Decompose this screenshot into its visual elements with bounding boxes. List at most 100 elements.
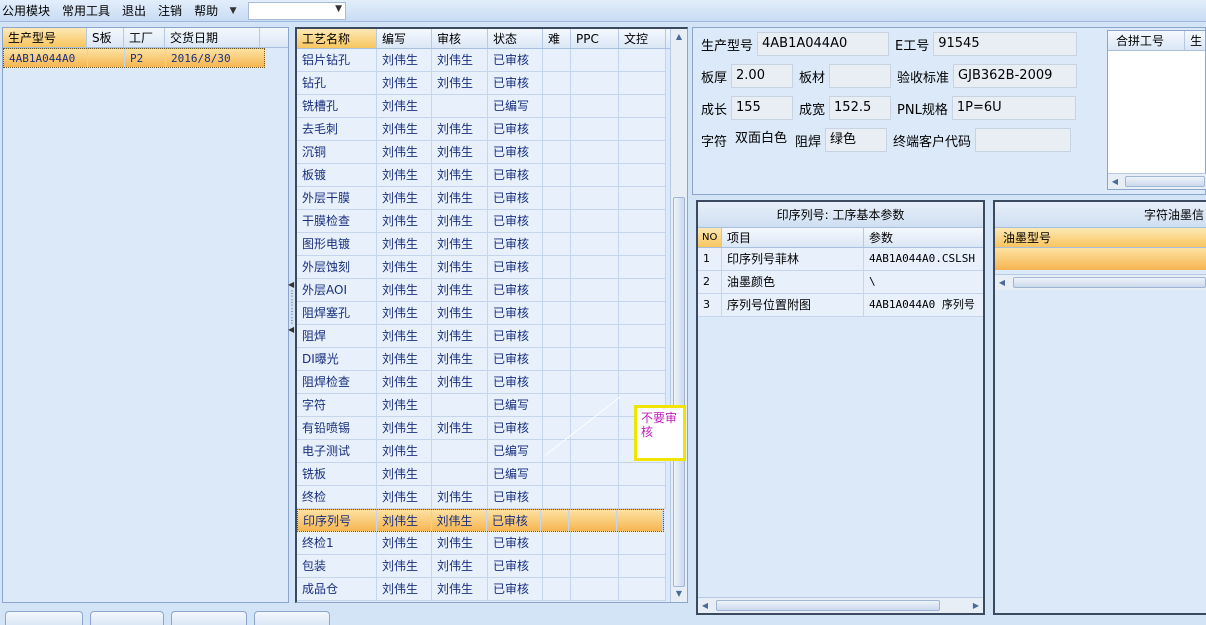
cell-process-name: 沉铜 <box>297 141 377 163</box>
col-date[interactable]: 交货日期 <box>165 28 260 47</box>
standard-field[interactable]: GJB362B-2009 <box>953 64 1078 88</box>
cell-status: 已审核 <box>488 486 543 508</box>
col-status[interactable]: 状态 <box>488 29 543 48</box>
cell-status: 已审核 <box>488 49 543 71</box>
cell-reviewer: 刘伟生 <box>432 118 488 140</box>
scroll-left-icon[interactable]: ◀ <box>1108 174 1122 189</box>
char-field[interactable]: 双面白色 <box>731 128 793 152</box>
cell-process-name: 阻焊检查 <box>297 371 377 393</box>
sticky-note[interactable]: 不要审核 <box>634 405 686 461</box>
scroll-thumb[interactable] <box>1013 277 1206 288</box>
table-row[interactable]: 终检1 刘伟生 刘伟生 已审核 <box>297 532 666 555</box>
col-param[interactable]: 参数 <box>864 228 983 247</box>
table-row[interactable]: 外层干膜 刘伟生 刘伟生 已审核 <box>297 187 666 210</box>
menu-common-tools[interactable]: 常用工具 <box>56 0 116 22</box>
table-row[interactable]: 终检 刘伟生 刘伟生 已审核 <box>297 486 666 509</box>
col-reviewer[interactable]: 审核 <box>432 29 488 48</box>
col-merge-number[interactable]: 合拼工号 <box>1108 31 1186 50</box>
e-number-field[interactable]: 91545 <box>933 32 1078 56</box>
cell-status: 已审核 <box>488 325 543 347</box>
menu-public-modules[interactable]: 公用模块 <box>0 0 56 22</box>
menu-exit[interactable]: 退出 <box>116 0 152 22</box>
cell-doc-control <box>619 49 666 71</box>
bottom-button-2[interactable] <box>90 611 164 625</box>
process-vscrollbar[interactable]: ▲ ▼ <box>670 29 687 602</box>
table-row[interactable]: 铣板 刘伟生 已编写 <box>297 463 666 486</box>
scroll-thumb[interactable] <box>673 197 685 587</box>
scroll-left-icon[interactable]: ◀ <box>995 275 1009 290</box>
col-difficulty[interactable]: 难 <box>543 29 571 48</box>
table-row[interactable]: 4AB1A044A0 P2 2016/8/30 <box>3 48 265 68</box>
cell-writer: 刘伟生 <box>377 555 432 577</box>
model-field[interactable]: 4AB1A044A0 <box>757 32 890 56</box>
table-row[interactable]: DI曝光 刘伟生 刘伟生 已审核 <box>297 348 666 371</box>
col-model[interactable]: 生产型号 <box>3 28 87 47</box>
table-row[interactable]: 有铅喷锡 刘伟生 刘伟生 已审核 <box>297 417 666 440</box>
chevron-down-icon[interactable]: ▼ <box>335 4 342 14</box>
menu-help[interactable]: 帮助 <box>188 0 224 22</box>
splitter-handle[interactable]: ◀ ⋮ ⋮ ⋮ ⋮ ◀ <box>288 280 296 350</box>
table-row[interactable]: 阻焊 刘伟生 刘伟生 已审核 <box>297 325 666 348</box>
col-doc-control[interactable]: 文控 <box>619 29 666 48</box>
table-row[interactable]: 成品仓 刘伟生 刘伟生 已审核 <box>297 578 666 601</box>
cell-status: 已编写 <box>488 394 543 416</box>
scroll-thumb[interactable] <box>716 600 940 611</box>
material-field[interactable] <box>829 64 892 88</box>
scroll-left-icon[interactable]: ◀ <box>698 598 712 613</box>
table-row[interactable]: 铣槽孔 刘伟生 已编写 <box>297 95 666 118</box>
scroll-up-icon[interactable]: ▲ <box>671 29 687 45</box>
table-row[interactable]: 阻焊塞孔 刘伟生 刘伟生 已审核 <box>297 302 666 325</box>
table-row[interactable]: 去毛刺 刘伟生 刘伟生 已审核 <box>297 118 666 141</box>
menu-logout[interactable]: 注销 <box>152 0 188 22</box>
col-item[interactable]: 项目 <box>722 228 864 247</box>
table-row[interactable]: 外层蚀刻 刘伟生 刘伟生 已审核 <box>297 256 666 279</box>
bottom-button-1[interactable] <box>5 611 83 625</box>
bottom-button-3[interactable] <box>171 611 247 625</box>
col-no[interactable]: NO <box>698 228 722 247</box>
params-hscrollbar[interactable]: ◀ ▶ <box>698 597 983 613</box>
cell-reviewer: 刘伟生 <box>432 187 488 209</box>
table-row[interactable]: 阻焊检查 刘伟生 刘伟生 已审核 <box>297 371 666 394</box>
col-merge-more[interactable]: 生 <box>1185 31 1205 50</box>
table-row[interactable]: 2 油墨颜色 \ <box>698 271 983 294</box>
table-row[interactable]: 3 序列号位置附图 4AB1A044A0 序列号 <box>698 294 983 317</box>
menu-combo-box[interactable]: ▼ <box>248 1 347 20</box>
scroll-right-icon[interactable]: ▶ <box>969 598 983 613</box>
col-factory[interactable]: 工厂 <box>124 28 165 47</box>
col-process-name[interactable]: 工艺名称 <box>297 29 377 48</box>
table-row[interactable]: 1 印序列号菲林 4AB1A044A0.CSLSH <box>698 248 983 271</box>
ink-selected-row[interactable] <box>995 248 1206 270</box>
merge-hscrollbar[interactable]: ◀ <box>1108 173 1206 189</box>
table-row[interactable]: 铝片钻孔 刘伟生 刘伟生 已审核 <box>297 49 666 72</box>
scroll-thumb[interactable] <box>1125 176 1205 187</box>
col-writer[interactable]: 编写 <box>377 29 432 48</box>
table-row[interactable]: 字符 刘伟生 已编写 <box>297 394 666 417</box>
length-field[interactable]: 155 <box>731 96 794 120</box>
customer-label: 终端客户代码 <box>893 134 972 150</box>
table-row[interactable]: 板镀 刘伟生 刘伟生 已审核 <box>297 164 666 187</box>
col-ppc[interactable]: PPC <box>571 29 619 48</box>
table-row[interactable]: 包装 刘伟生 刘伟生 已审核 <box>297 555 666 578</box>
cell-doc-control <box>619 279 666 301</box>
bottom-button-4[interactable] <box>254 611 330 625</box>
customer-field[interactable] <box>975 128 1072 152</box>
thickness-field[interactable]: 2.00 <box>731 64 794 88</box>
mask-field[interactable]: 绿色 <box>825 128 888 152</box>
menu-overflow-icon[interactable]: ▼ <box>224 0 242 22</box>
table-row[interactable]: 印序列号 刘伟生 刘伟生 已审核 <box>297 509 664 532</box>
table-row[interactable]: 钻孔 刘伟生 刘伟生 已审核 <box>297 72 666 95</box>
col-s-board[interactable]: S板 <box>87 28 124 47</box>
cell-process-name: 外层干膜 <box>297 187 377 209</box>
ink-hscrollbar[interactable]: ◀ <box>995 274 1206 290</box>
table-row[interactable]: 图形电镀 刘伟生 刘伟生 已审核 <box>297 233 666 256</box>
table-row[interactable]: 外层AOI 刘伟生 刘伟生 已审核 <box>297 279 666 302</box>
col-ink-model[interactable]: 油墨型号 <box>995 228 1206 247</box>
pnl-field[interactable]: 1P=6U <box>951 96 1076 120</box>
cell-difficulty <box>543 302 571 324</box>
width-field[interactable]: 152.5 <box>829 96 892 120</box>
scroll-down-icon[interactable]: ▼ <box>671 586 687 602</box>
table-row[interactable]: 沉铜 刘伟生 刘伟生 已审核 <box>297 141 666 164</box>
table-row[interactable]: 干膜检查 刘伟生 刘伟生 已审核 <box>297 210 666 233</box>
table-row[interactable]: 电子测试 刘伟生 已编写 <box>297 440 666 463</box>
cell-reviewer: 刘伟生 <box>432 371 488 393</box>
